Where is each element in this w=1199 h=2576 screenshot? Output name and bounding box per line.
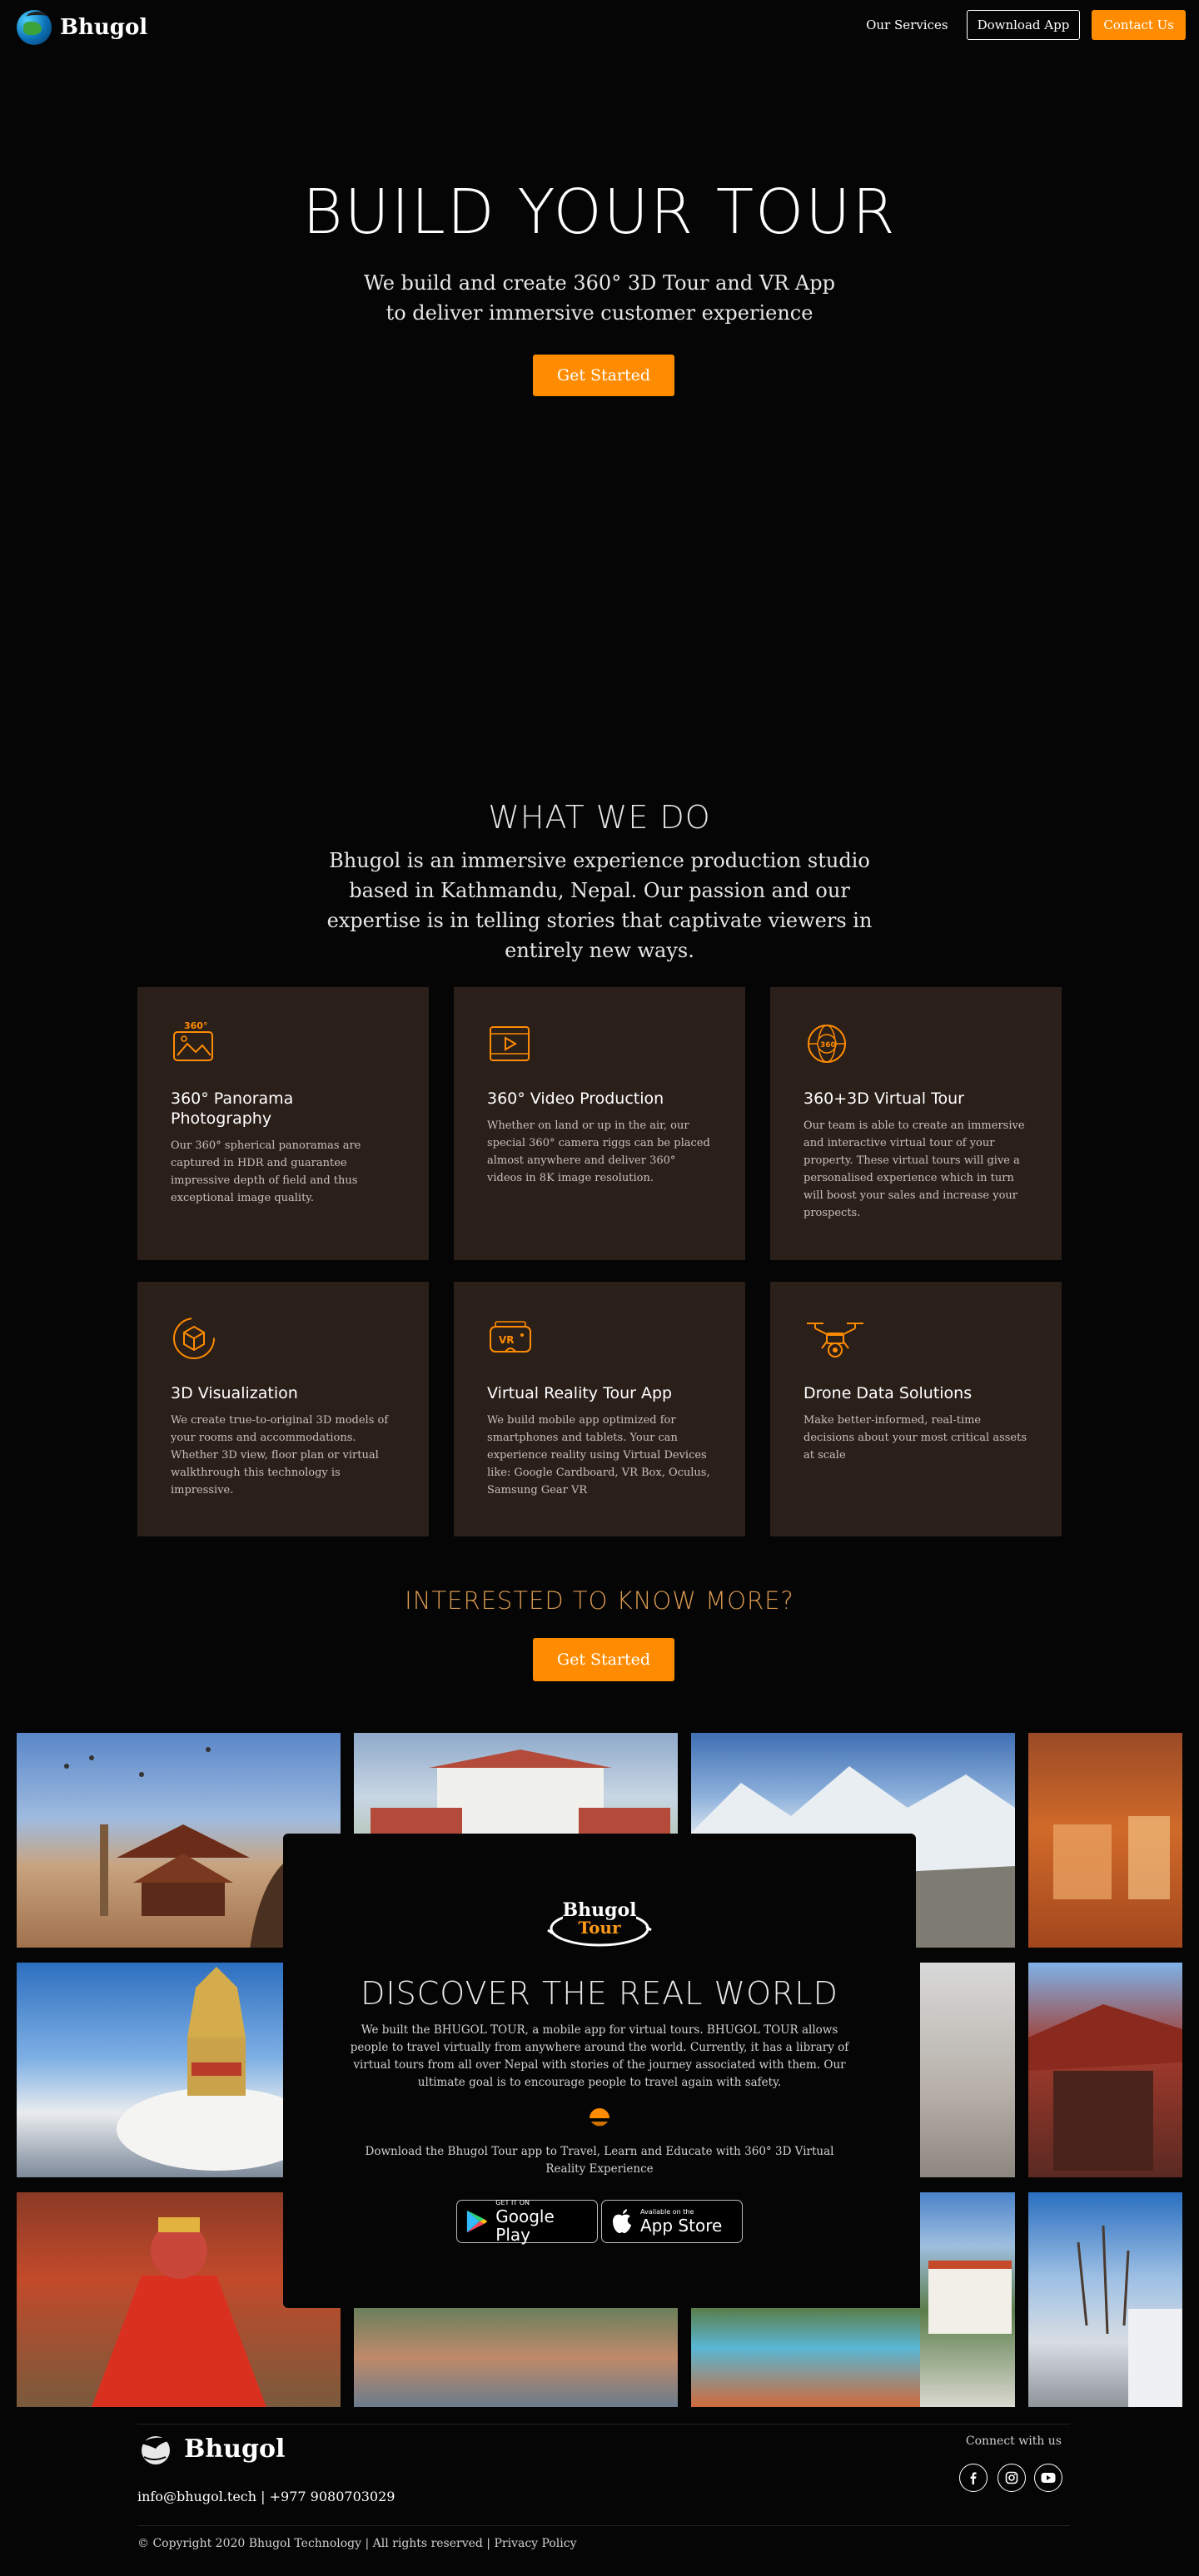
footer-divider-top <box>137 2424 1070 2425</box>
service-title: Drone Data Solutions <box>803 1384 973 1402</box>
instagram-link[interactable] <box>998 2464 1026 2492</box>
service-title: 360° Video Production <box>487 1089 664 1108</box>
gallery-photo-village <box>354 2308 678 2407</box>
cube-3d-icon <box>173 1318 215 1359</box>
footer-logo[interactable]: Bhugol <box>137 2432 285 2465</box>
brand-logo[interactable]: Bhugol <box>17 10 147 45</box>
main-nav: Our Services Download App Contact Us <box>866 10 1186 40</box>
gallery-photo-winter-street <box>1028 2192 1182 2407</box>
what-we-do-title: WHAT WE DO <box>488 799 711 836</box>
copyright-text: © Copyright 2020 Bhugol Technology | All… <box>137 2537 577 2550</box>
youtube-icon <box>1041 2473 1056 2483</box>
svg-text:360: 360 <box>820 1041 836 1050</box>
vr-headset-icon: VR <box>490 1321 531 1353</box>
service-title: 360+3D Virtual Tour <box>803 1089 964 1108</box>
footer-divider-bottom <box>137 2525 1070 2526</box>
service-card-panorama: 360° 360° Panorama Photography Our 360° … <box>137 987 429 1260</box>
footer-brand-name: Bhugol <box>184 2434 286 2464</box>
hero-get-started-button[interactable]: Get Started <box>533 355 674 396</box>
gallery-photo-museum <box>1028 1733 1182 1948</box>
google-play-label: Google Play <box>495 2206 555 2245</box>
apple-icon <box>613 2209 631 2233</box>
discover-download-text: Download the Bhugol Tour app to Travel, … <box>365 2145 834 2176</box>
service-card-3d-visualization: 3D Visualization We create true-to-origi… <box>137 1282 429 1536</box>
google-play-button[interactable]: GET IT ON Google Play <box>456 2199 598 2245</box>
sunrise-icon <box>590 2108 609 2127</box>
service-card-video: 360° Video Production Whether on land or… <box>454 987 745 1260</box>
gallery-photo-mountain-trail <box>920 1963 1015 2177</box>
facebook-icon <box>970 2472 977 2484</box>
panorama-360-icon: 360° <box>173 1020 213 1061</box>
app-store-button[interactable]: Available on the App Store <box>601 2200 743 2243</box>
hero-subtitle: We build and create 360° 3D Tour and VR … <box>0 268 1199 328</box>
what-we-do-description: Bhugol is an immersive experience produc… <box>326 849 873 962</box>
interested-title: INTERESTED TO KNOW MORE? <box>405 1586 794 1615</box>
gallery-photo-resort <box>920 2192 1015 2407</box>
svg-text:VR: VR <box>499 1334 515 1346</box>
service-title: Virtual Reality Tour App <box>487 1384 673 1402</box>
gallery-photo-pool <box>691 2308 920 2407</box>
service-text: Whether on land or up in the air, our sp… <box>487 1119 710 1184</box>
service-text: We create true-to-original 3D models of … <box>171 1414 389 1496</box>
bird-logo-icon <box>141 2436 172 2464</box>
service-title: 3D Visualization <box>171 1384 298 1402</box>
globe-360-icon: 360 <box>808 1025 846 1063</box>
youtube-link[interactable] <box>1034 2464 1062 2492</box>
service-card-vr-app: VR Virtual Reality Tour App We build mob… <box>454 1282 745 1536</box>
brand-name: Bhugol <box>60 15 148 40</box>
service-text: We build mobile app optimized for smartp… <box>487 1414 710 1496</box>
svg-text:360°: 360° <box>184 1020 207 1031</box>
contact-us-button[interactable]: Contact Us <box>1092 10 1186 40</box>
service-card-drone: Drone Data Solutions Make better-informe… <box>770 1282 1062 1536</box>
nav-services-link[interactable]: Our Services <box>866 17 948 32</box>
hero-title: BUILD YOUR TOUR <box>302 176 897 248</box>
service-title: 360° Panorama Photography <box>171 1089 294 1128</box>
globe-logo-icon <box>17 10 52 45</box>
facebook-link[interactable] <box>959 2464 988 2492</box>
hero-subtitle-line-2: to deliver immersive customer experience <box>386 301 813 325</box>
hero-subtitle-line-1: We build and create 360° 3D Tour and VR … <box>364 271 835 295</box>
service-text: Make better-informed, real-time decision… <box>803 1414 1027 1462</box>
bhugol-tour-logo-tour: Tour <box>578 1918 621 1938</box>
drone-icon <box>807 1323 863 1357</box>
gallery-photo-temple-carving <box>1028 1963 1182 2177</box>
service-text: Our team is able to create an immersive … <box>803 1119 1025 1219</box>
app-store-label: App Store <box>640 2216 723 2236</box>
discover-description: We built the BHUGOL TOUR, a mobile app f… <box>350 2023 849 2089</box>
more-get-started-button[interactable]: Get Started <box>533 1638 674 1681</box>
footer-contact[interactable]: info@bhugol.tech | +977 9080703029 <box>137 2489 395 2504</box>
connect-label: Connect with us <box>965 2435 1062 2448</box>
download-app-button[interactable]: Download App <box>966 10 1081 40</box>
service-text: Our 360° spherical panoramas are capture… <box>171 1139 361 1204</box>
video-play-icon <box>490 1026 530 1061</box>
google-play-icon <box>466 2210 488 2233</box>
site-header: Bhugol Our Services Download App Contact… <box>0 0 1199 53</box>
instagram-icon <box>1005 2471 1018 2484</box>
service-card-virtual-tour: 360 360+3D Virtual Tour Our team is able… <box>770 987 1062 1260</box>
discover-title: DISCOVER THE REAL WORLD <box>361 1975 838 2012</box>
bhugol-tour-logo: Bhugol Tour <box>546 1897 653 1952</box>
discover-panel: Bhugol Tour DISCOVER THE REAL WORLD We b… <box>283 1834 916 2308</box>
